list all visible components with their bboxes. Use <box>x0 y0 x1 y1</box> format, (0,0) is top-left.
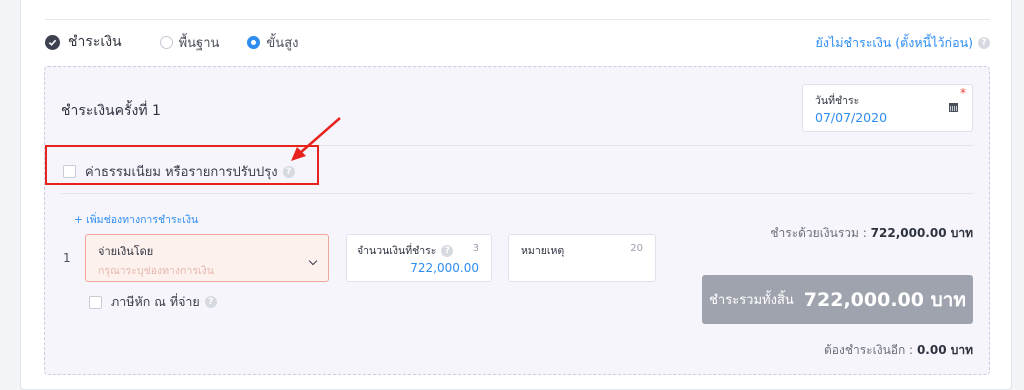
calendar-icon[interactable] <box>949 103 958 112</box>
remaining-value: 0.00 บาท <box>916 343 973 357</box>
help-icon[interactable]: ? <box>978 37 990 49</box>
annotation-highlight-box <box>45 145 319 185</box>
withholding-tax-row[interactable]: ภาษีหัก ณ ที่จ่าย ? <box>89 292 217 312</box>
amount-label: จำนวนเงินที่ชำระ <box>357 245 437 257</box>
radio-basic-label[interactable]: พื้นฐาน <box>179 32 220 53</box>
date-value[interactable]: 07/07/2020 <box>815 110 887 125</box>
radio-advanced[interactable] <box>247 35 261 49</box>
help-icon[interactable]: ? <box>441 244 454 257</box>
payment-mode-row: ชำระเงิน พื้นฐาน ขั้นสูง <box>45 31 298 53</box>
remaining-amount: ต้องชำระเงินอีก : 0.00 บาท <box>824 341 973 360</box>
radio-basic[interactable] <box>159 35 173 49</box>
note-label: หมายเหตุ <box>521 245 565 257</box>
date-label: วันที่ชำระ <box>815 95 860 107</box>
add-payment-channel-link[interactable]: + เพิ่มช่องทางการชำระเงิน <box>74 211 198 228</box>
amount-value[interactable]: 722,000.00 <box>410 261 479 275</box>
amount-count: 3 <box>472 243 479 254</box>
note-field[interactable]: หมายเหตุ 20 <box>508 234 656 282</box>
amount-field[interactable]: จำนวนเงินที่ชำระ ? 3 722,000.00 <box>346 234 492 282</box>
unpaid-link-text[interactable]: ยังไม่ชำระเงิน (ตั้งหนี้ไว้ก่อน) <box>816 33 973 53</box>
cash-total: ชำระด้วยเงินรวม : 722,000.00 บาท <box>770 224 973 243</box>
required-marker: * <box>960 86 966 100</box>
grand-total-value: 722,000.00 บาท <box>803 288 966 311</box>
divider <box>45 19 990 20</box>
check-circle-icon <box>45 34 60 50</box>
payment-method-select[interactable]: จ่ายเงินโดย กรุณาระบุช่องทางการเงิน <box>85 234 329 282</box>
amount-label-group: จำนวนเงินที่ชำระ ? <box>357 242 454 259</box>
grand-total-box: ชำระรวมทั้งสิ้น 722,000.00 บาท <box>702 275 973 324</box>
cash-total-value: 722,000.00 บาท <box>870 226 973 240</box>
radio-advanced-label[interactable]: ขั้นสูง <box>266 32 298 53</box>
remaining-label: ต้องชำระเงินอีก : <box>823 343 914 357</box>
note-count: 20 <box>630 243 643 254</box>
divider <box>61 193 973 194</box>
chevron-down-icon[interactable] <box>308 256 318 266</box>
unpaid-link[interactable]: ยังไม่ชำระเงิน (ตั้งหนี้ไว้ก่อน) ? <box>816 33 990 53</box>
method-placeholder[interactable]: กรุณาระบุช่องทางการเงิน <box>98 262 214 279</box>
payment-date-field[interactable]: วันที่ชำระ * 07/07/2020 <box>802 84 973 132</box>
payment-title: ชำระเงิน <box>68 34 122 50</box>
installment-title: ชำระเงินครั้งที่ 1 <box>61 103 161 119</box>
withholding-tax-checkbox[interactable] <box>89 295 102 309</box>
withholding-tax-label[interactable]: ภาษีหัก ณ ที่จ่าย <box>111 292 200 312</box>
method-label: จ่ายเงินโดย <box>98 245 154 258</box>
row-number: 1 <box>63 251 71 265</box>
help-icon[interactable]: ? <box>204 296 217 308</box>
cash-total-label: ชำระด้วยเงินรวม : <box>770 226 867 240</box>
grand-total-label: ชำระรวมทั้งสิ้น <box>709 293 794 308</box>
